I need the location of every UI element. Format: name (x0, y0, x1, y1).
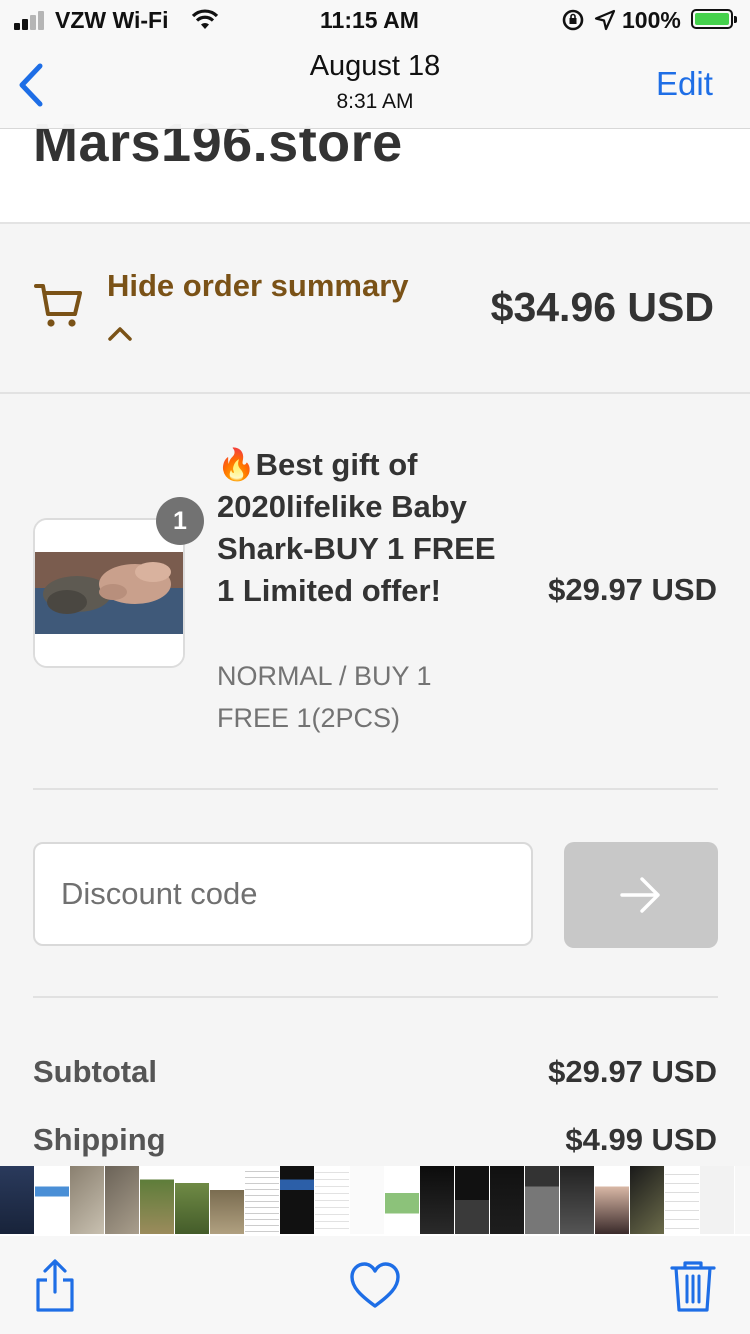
strip-thumbnail[interactable] (735, 1166, 750, 1234)
subtotal-label: Subtotal (33, 1054, 157, 1089)
product-title: 🔥Best gift of 2020lifelike Baby Shark-BU… (217, 444, 507, 612)
status-time: 11:15 AM (320, 7, 419, 33)
fire-emoji: 🔥 (217, 447, 256, 483)
photo-date: August 18 (309, 50, 441, 82)
shipping-label: Shipping (33, 1122, 166, 1157)
arrow-right-icon (620, 877, 660, 913)
strip-thumbnail[interactable] (420, 1166, 454, 1234)
heart-icon (350, 1262, 400, 1308)
strip-thumbnail[interactable] (210, 1166, 244, 1234)
strip-thumbnail[interactable] (560, 1166, 594, 1234)
strip-thumbnail[interactable] (315, 1166, 349, 1234)
product-price: $29.97 USD (548, 572, 717, 607)
product-variant: NORMAL / BUY 1 FREE 1(2PCS) (217, 661, 432, 733)
share-button[interactable] (28, 1258, 82, 1314)
shipping-value: $4.99 USD (565, 1122, 717, 1157)
trash-icon (670, 1261, 716, 1312)
favorite-button[interactable] (348, 1258, 402, 1314)
photo-thumbnail-strip[interactable] (0, 1166, 750, 1236)
toggle-label[interactable]: Hide order summary (107, 268, 409, 304)
divider (33, 788, 718, 790)
strip-thumbnail[interactable] (70, 1166, 104, 1234)
strip-thumbnail[interactable] (245, 1166, 279, 1234)
chevron-up-icon (108, 327, 132, 341)
location-icon (594, 9, 616, 31)
wifi-icon (191, 9, 219, 29)
strip-thumbnail[interactable] (140, 1166, 174, 1234)
share-icon (36, 1259, 74, 1312)
strip-thumbnail[interactable] (105, 1166, 139, 1234)
strip-thumbnail[interactable] (455, 1166, 489, 1234)
edit-button[interactable]: Edit (656, 65, 713, 103)
bottom-toolbar (0, 1236, 750, 1334)
discount-code-input[interactable] (33, 842, 533, 946)
strip-thumbnail[interactable] (385, 1166, 419, 1234)
photos-navigation-header: VZW Wi-Fi 11:15 AM 100% August 18 8:31 A… (0, 0, 750, 129)
strip-thumbnail[interactable] (595, 1166, 629, 1234)
strip-thumbnail[interactable] (0, 1166, 34, 1234)
product-thumbnail (33, 518, 185, 668)
apply-discount-button[interactable] (564, 842, 718, 948)
order-total: $34.96 USD (490, 284, 714, 330)
strip-thumbnail[interactable] (525, 1166, 559, 1234)
cart-icon (34, 284, 82, 327)
divider (33, 996, 718, 998)
strip-thumbnail[interactable] (280, 1166, 314, 1234)
strip-thumbnail[interactable] (35, 1166, 69, 1234)
strip-thumbnail[interactable] (175, 1166, 209, 1234)
cellular-signal-icon (14, 10, 48, 30)
order-summary-toggle[interactable]: Hide order summary $34.96 USD (0, 224, 750, 394)
delete-button[interactable] (666, 1258, 720, 1314)
battery-icon (691, 9, 737, 29)
photo-time: 8:31 AM (336, 90, 414, 113)
product-photo (35, 520, 183, 666)
strip-thumbnail[interactable] (630, 1166, 664, 1234)
strip-thumbnail[interactable] (700, 1166, 734, 1234)
orientation-lock-icon (562, 9, 584, 31)
battery-percentage: 100% (622, 7, 681, 33)
carrier-label: VZW Wi-Fi (55, 7, 169, 33)
strip-thumbnail[interactable] (490, 1166, 524, 1234)
quantity-badge: 1 (156, 497, 204, 545)
strip-thumbnail[interactable] (350, 1166, 384, 1234)
product-title-text: Best gift of 2020lifelike Baby Shark-BUY… (217, 447, 496, 608)
subtotal-value: $29.97 USD (548, 1054, 717, 1089)
strip-thumbnail[interactable] (665, 1166, 699, 1234)
